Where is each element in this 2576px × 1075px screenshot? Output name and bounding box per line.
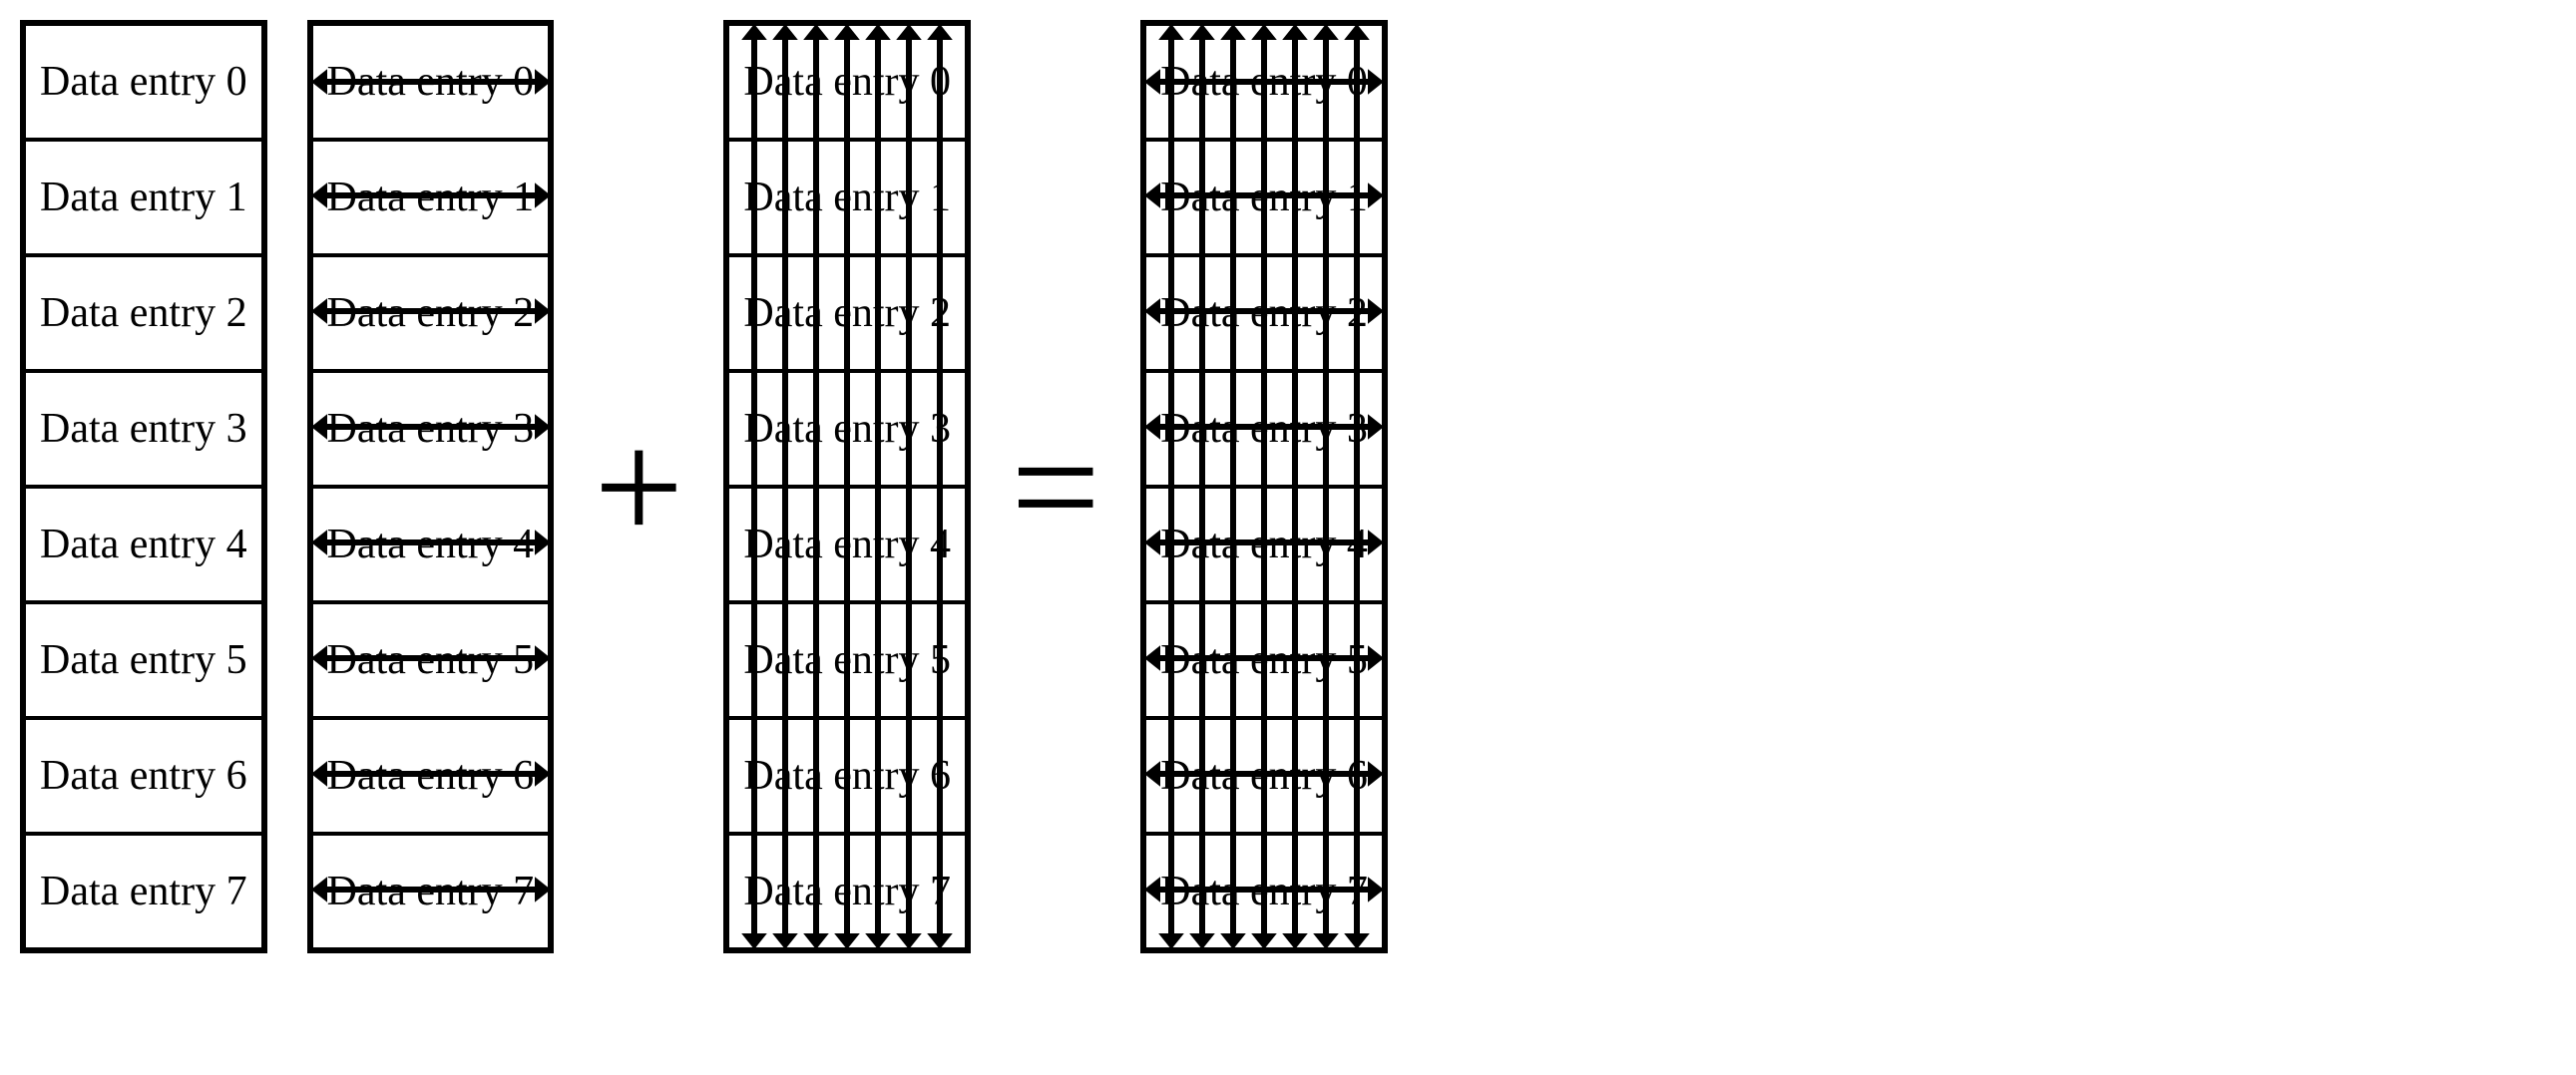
array-row: Data entry 7: [729, 832, 965, 947]
array-row: Data entry 6: [729, 716, 965, 832]
array-row: Data entry 7: [26, 832, 261, 947]
array-row: Data entry 5: [1146, 600, 1382, 716]
array-row: Data entry 7: [1146, 832, 1382, 947]
array-box-vertical: Data entry 0 Data entry 1 Data entry 2 D…: [723, 20, 971, 953]
array-row: Data entry 5: [313, 600, 549, 716]
array-row: Data entry 4: [26, 485, 261, 600]
array-row: Data entry 5: [729, 600, 965, 716]
array-row: Data entry 4: [313, 485, 549, 600]
array-row: Data entry 3: [1146, 369, 1382, 485]
array-row: Data entry 0: [26, 26, 261, 138]
array-row: Data entry 0: [729, 26, 965, 138]
array-row: Data entry 2: [313, 253, 549, 369]
column-both: Data entry 0 Data entry 1 Data entry 2 D…: [1140, 20, 1388, 953]
array-row: Data entry 2: [26, 253, 261, 369]
plus-operator: +: [594, 407, 683, 566]
array-row: Data entry 6: [26, 716, 261, 832]
array-row: Data entry 0: [1146, 26, 1382, 138]
array-row: Data entry 3: [26, 369, 261, 485]
array-row: Data entry 6: [1146, 716, 1382, 832]
array-row: Data entry 1: [26, 138, 261, 253]
equals-operator: =: [1011, 407, 1100, 566]
array-box-horizontal: Data entry 0 Data entry 1 Data entry 2 D…: [307, 20, 555, 953]
array-row: Data entry 4: [729, 485, 965, 600]
array-box-both: Data entry 0 Data entry 1 Data entry 2 D…: [1140, 20, 1388, 953]
array-row: Data entry 1: [1146, 138, 1382, 253]
array-row: Data entry 7: [313, 832, 549, 947]
array-row: Data entry 1: [729, 138, 965, 253]
column-horizontal: Data entry 0 Data entry 1 Data entry 2 D…: [307, 20, 555, 953]
array-row: Data entry 4: [1146, 485, 1382, 600]
array-row: Data entry 0: [313, 26, 549, 138]
array-row: Data entry 3: [313, 369, 549, 485]
diagram-stage: Data entry 0 Data entry 1 Data entry 2 D…: [0, 0, 2576, 973]
array-row: Data entry 6: [313, 716, 549, 832]
array-row: Data entry 5: [26, 600, 261, 716]
array-box-plain: Data entry 0 Data entry 1 Data entry 2 D…: [20, 20, 267, 953]
array-row: Data entry 1: [313, 138, 549, 253]
array-row: Data entry 2: [729, 253, 965, 369]
array-row: Data entry 3: [729, 369, 965, 485]
column-plain: Data entry 0 Data entry 1 Data entry 2 D…: [20, 20, 267, 953]
column-vertical: Data entry 0 Data entry 1 Data entry 2 D…: [723, 20, 971, 953]
array-row: Data entry 2: [1146, 253, 1382, 369]
